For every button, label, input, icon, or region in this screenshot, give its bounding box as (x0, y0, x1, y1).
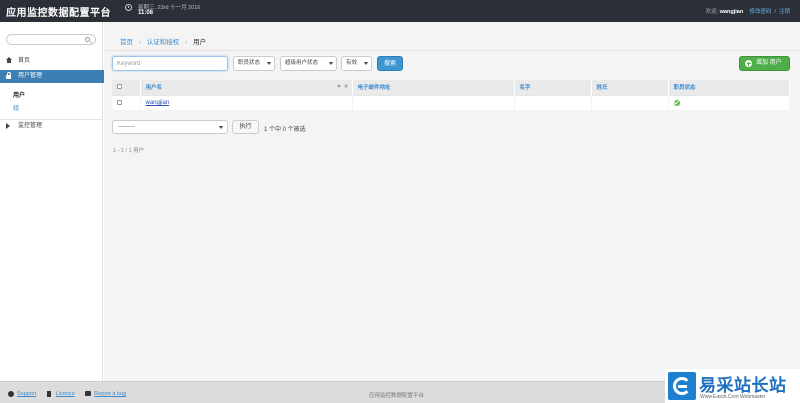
column-label: 用户名 (145, 85, 163, 92)
column-header-last-name[interactable]: 姓氏 (591, 80, 669, 95)
column-header-email[interactable]: 电子邮件地址 (352, 80, 515, 95)
caret-down-icon (329, 62, 333, 65)
filter-label: 职员状态 (238, 60, 261, 66)
watermark-title: 易采站长站 (699, 376, 787, 396)
change-password-link[interactable]: 修改密码 (749, 9, 771, 15)
sidebar-item-label: 用户管理 (18, 73, 43, 79)
table-header-row: 用户名 ✕ 电子邮件地址 名字 姓氏 职员状态 (112, 80, 790, 95)
remove-sort-icon[interactable]: ✕ (344, 84, 349, 90)
logout-link[interactable]: 注销 (779, 9, 790, 15)
select-all-checkbox[interactable] (117, 84, 122, 90)
select-all-header (112, 80, 141, 95)
clock-icon (125, 4, 132, 11)
bulk-action-value: --------- (118, 124, 135, 130)
welcome-label: 欢迎, (705, 9, 719, 15)
column-header-username[interactable]: 用户名 ✕ (140, 80, 353, 95)
user-menu: 欢迎, wangjian 修改密码 / 注销 (706, 7, 790, 15)
sidebar-item-label: 监控管理 (18, 123, 43, 129)
execute-button[interactable]: 执行 (232, 120, 259, 134)
add-user-button[interactable]: 增加 用户 (739, 56, 790, 71)
last-name-cell (591, 94, 669, 110)
filter-label: 超级用户状态 (285, 60, 319, 66)
add-user-label: 增加 用户 (756, 60, 782, 66)
separator: / (774, 9, 776, 15)
bulk-action-select[interactable]: --------- (112, 120, 228, 134)
top-navbar: 应用监控数据配置平台 星期三, 23rd 十一月 2016 11:08 欢迎, … (0, 0, 800, 22)
breadcrumb: 首页 › 认证和授权 › 用户 (120, 36, 206, 46)
sidebar-subitem-groups[interactable]: 组 (13, 103, 19, 112)
sort-caret-icon[interactable] (336, 85, 341, 89)
sort-controls: ✕ (336, 84, 349, 90)
search-button[interactable]: 搜索 (377, 56, 403, 71)
chevron-right-icon (6, 123, 10, 129)
watermark-subtitle: Www.Easck.Com Webmaster (700, 394, 766, 400)
filter-label: 有效 (346, 60, 358, 66)
divider (104, 50, 800, 51)
breadcrumb-separator: › (138, 39, 141, 46)
main-content: 首页 › 认证和授权 › 用户 职员状态 超级用户状态 有效 搜索 增加 用户 … (104, 22, 800, 381)
support-icon (8, 391, 14, 397)
home-icon (6, 57, 12, 63)
username-cell: wangjian (140, 94, 353, 110)
first-name-cell (514, 94, 592, 110)
caret-down-icon (364, 62, 368, 65)
watermark: 易采站长站 Www.Easck.Com Webmaster (665, 369, 800, 403)
selection-counter: 1 个中 0 个被选 (264, 127, 306, 133)
sidebar-item-monitor-management[interactable]: 监控管理 (0, 119, 103, 131)
breadcrumb-auth[interactable]: 认证和授权 (147, 39, 180, 46)
row-select-cell (112, 94, 141, 110)
footer-title: 应用监控数据配置平台 (369, 393, 425, 399)
sidebar-subitem-users[interactable]: 用户 (13, 90, 25, 99)
sidebar: 首页 用户管理 用户 组 监控管理 (0, 22, 110, 381)
bookmark-icon (46, 391, 51, 397)
active-filter[interactable]: 有效 (341, 56, 372, 71)
superuser-status-filter[interactable]: 超级用户状态 (280, 56, 337, 71)
search-icon (85, 37, 90, 42)
column-header-staff-status[interactable]: 职员状态 (668, 80, 790, 95)
sidebar-item-user-management[interactable]: 用户管理 (0, 70, 110, 83)
watermark-logo-icon (668, 372, 696, 400)
licence-link[interactable]: Licence (46, 391, 75, 397)
current-time: 11:08 (138, 10, 154, 16)
link-label: Report a bug (94, 391, 127, 397)
users-table: 用户名 ✕ 电子邮件地址 名字 姓氏 职员状态 wangjian (112, 80, 790, 110)
link-label: Support (17, 391, 37, 397)
plus-circle-icon (745, 60, 752, 67)
support-link[interactable]: Support (8, 391, 36, 397)
username-link[interactable]: wangjian (146, 100, 170, 106)
breadcrumb-current: 用户 (193, 39, 207, 46)
email-cell (352, 94, 515, 110)
sidebar-item-home[interactable]: 首页 (0, 55, 103, 67)
row-checkbox[interactable] (117, 99, 122, 105)
report-bug-link[interactable]: Report a bug (85, 391, 126, 397)
username-label: wangjian (719, 9, 744, 15)
check-circle-icon (673, 99, 680, 106)
breadcrumb-separator: › (185, 39, 188, 46)
table-row: wangjian (112, 94, 790, 110)
app-title[interactable]: 应用监控数据配置平台 (6, 4, 111, 19)
pagination-info: 1 - 1 / 1 用户 (113, 148, 145, 154)
comment-icon (85, 391, 92, 396)
sidebar-item-label: 首页 (18, 58, 31, 64)
e-logo-glyph (673, 377, 691, 395)
staff-status-filter[interactable]: 职员状态 (233, 56, 275, 71)
caret-down-icon (267, 62, 271, 65)
caret-down-icon (219, 126, 223, 129)
staff-status-cell (668, 94, 790, 110)
column-header-first-name[interactable]: 名字 (514, 80, 592, 95)
link-label: Licence (55, 391, 75, 397)
keyword-search-input[interactable] (112, 56, 228, 71)
sidebar-search-input[interactable] (6, 34, 96, 45)
footer-links: Support Licence Report a bug (8, 391, 135, 397)
lock-icon (6, 72, 11, 79)
breadcrumb-home[interactable]: 首页 (120, 39, 133, 46)
